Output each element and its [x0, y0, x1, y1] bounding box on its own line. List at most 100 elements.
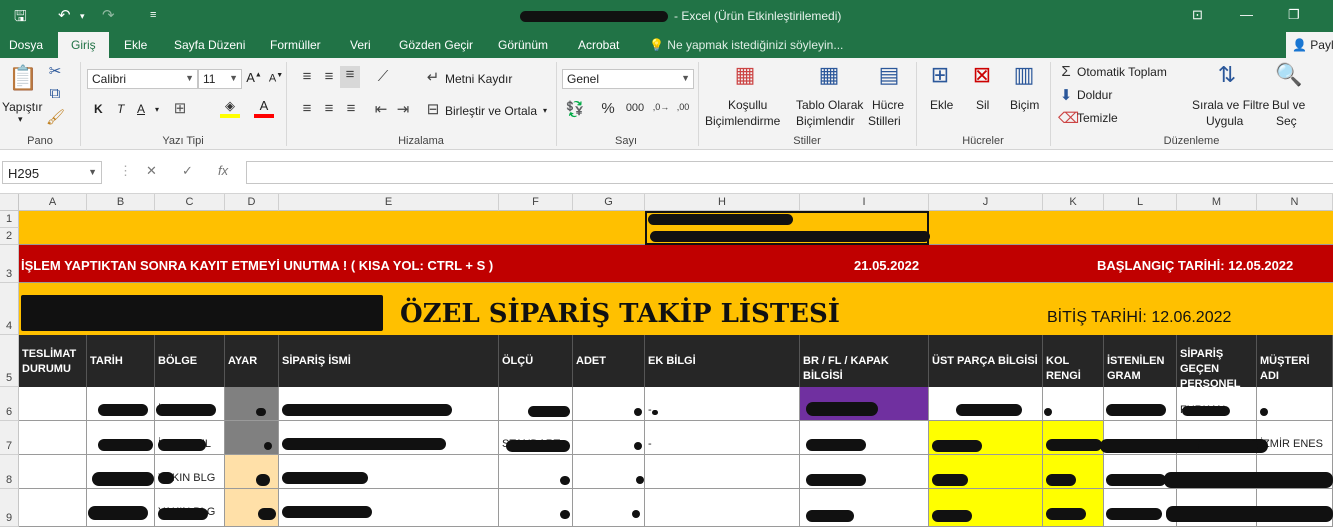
insert-cells-button[interactable]: Ekle — [930, 98, 953, 112]
number-format-select[interactable]: Genel ▼ — [562, 69, 694, 89]
table-cell[interactable] — [225, 387, 279, 421]
decrease-indent-icon[interactable]: ⇤ — [372, 100, 390, 118]
column-header[interactable]: G — [573, 194, 645, 211]
sort-filter-button[interactable]: Sırala ve Filtre — [1192, 98, 1269, 112]
fill-color-icon[interactable]: ◈ — [220, 98, 240, 118]
tab-insert[interactable]: Ekle — [124, 38, 147, 52]
delete-cells-button[interactable]: Sil — [976, 98, 989, 112]
table-cell[interactable] — [225, 421, 279, 455]
column-header[interactable]: N — [1257, 194, 1333, 211]
delivery-status[interactable]: TESLİM EDİLMEDİ — [19, 421, 87, 455]
table-cell[interactable] — [573, 387, 645, 421]
orientation-icon[interactable]: ⟋ — [372, 68, 394, 85]
fill-button[interactable]: Doldur — [1077, 88, 1112, 102]
table-cell[interactable] — [225, 455, 279, 489]
grow-font-icon[interactable]: A▲ — [246, 70, 262, 85]
row-header[interactable]: 3 — [0, 245, 19, 283]
column-header[interactable]: H — [645, 194, 800, 211]
size-cell[interactable] — [499, 489, 573, 527]
confirm-icon[interactable]: ✓ — [182, 163, 193, 179]
increase-indent-icon[interactable]: ⇥ — [394, 100, 412, 118]
select-all-corner[interactable] — [0, 194, 19, 211]
restore-icon[interactable]: ❐ — [1288, 7, 1300, 23]
format-painter-icon[interactable]: 🖌 — [46, 108, 65, 126]
table-cell[interactable] — [573, 421, 645, 455]
column-header[interactable]: K — [1043, 194, 1104, 211]
extra-info-cell[interactable] — [645, 455, 800, 489]
clear-button[interactable]: Temizle — [1077, 111, 1118, 125]
underline-button[interactable]: A — [137, 102, 145, 116]
column-header[interactable]: C — [155, 194, 225, 211]
customer-cell[interactable] — [1257, 387, 1333, 421]
column-header[interactable]: L — [1104, 194, 1177, 211]
row-header[interactable]: 4 — [0, 283, 19, 335]
delivery-status[interactable]: TESLİM EDİLMEDİ — [19, 455, 87, 489]
underline-dropdown-icon[interactable]: ▾ — [155, 105, 159, 114]
merge-center-button[interactable]: Birleştir ve Ortala — [445, 104, 537, 118]
increase-decimal-icon[interactable]: ,0→ — [652, 102, 670, 112]
extra-info-cell[interactable]: - — [645, 387, 800, 421]
tab-home[interactable]: Giriş — [58, 32, 109, 58]
paste-button[interactable]: Yapıştır — [2, 100, 42, 114]
tab-file[interactable]: Dosya — [9, 38, 43, 52]
cut-icon[interactable]: ✂ — [46, 62, 64, 80]
name-box[interactable]: H295 ▼ — [2, 161, 102, 184]
column-header[interactable]: A — [19, 194, 87, 211]
column-header[interactable]: M — [1177, 194, 1257, 211]
row-header[interactable]: 5 — [0, 335, 19, 387]
row-header[interactable]: 1 — [0, 211, 19, 228]
share-button[interactable]: 👤 Payl — [1286, 32, 1333, 58]
delivery-status[interactable]: TESLİM EDİLMEDİ — [19, 489, 87, 527]
row-header[interactable]: 9 — [0, 489, 19, 527]
tab-view[interactable]: Görünüm — [498, 38, 548, 52]
customize-toolbar-icon[interactable]: ≡ — [150, 9, 156, 21]
delivery-status[interactable]: TESLİM EDİLMEDİ — [19, 387, 87, 421]
tab-acrobat[interactable]: Acrobat — [578, 38, 619, 52]
align-right-icon[interactable]: ≡ — [342, 100, 360, 117]
italic-button[interactable]: T — [117, 102, 124, 116]
accounting-format-icon[interactable]: 💱 — [564, 100, 586, 118]
align-center-icon[interactable]: ≡ — [320, 100, 338, 117]
font-color-icon[interactable]: A — [254, 98, 274, 118]
tab-data[interactable]: Veri — [350, 38, 371, 52]
customer-cell[interactable]: İZMİR ENES — [1257, 421, 1333, 455]
redo-icon[interactable]: ↷ — [102, 6, 115, 24]
autosum-button[interactable]: Otomatik Toplam — [1077, 65, 1167, 79]
undo-icon[interactable]: ↶ — [58, 6, 71, 24]
save-icon[interactable]: 🖫 — [14, 6, 27, 31]
format-cells-button[interactable]: Biçim — [1010, 98, 1039, 112]
row-header[interactable]: 7 — [0, 421, 19, 455]
column-header[interactable]: D — [225, 194, 279, 211]
font-name-select[interactable]: Calibri ▼ — [87, 69, 198, 89]
table-cell[interactable] — [573, 489, 645, 527]
column-header[interactable]: E — [279, 194, 499, 211]
column-header[interactable]: B — [87, 194, 155, 211]
align-bottom-icon[interactable]: ≡ — [340, 66, 360, 88]
cell-styles-button[interactable]: Hücre — [872, 98, 904, 112]
comma-style-icon[interactable]: 000 — [624, 102, 646, 114]
row-header[interactable]: 8 — [0, 455, 19, 489]
percent-icon[interactable]: % — [600, 100, 616, 117]
extra-info-cell[interactable] — [645, 489, 800, 527]
minimize-icon[interactable]: — — [1240, 7, 1253, 22]
column-header[interactable]: F — [499, 194, 573, 211]
tab-review[interactable]: Gözden Geçir — [399, 38, 473, 52]
font-size-select[interactable]: 11 ▼ — [198, 69, 242, 89]
table-cell[interactable] — [1043, 387, 1104, 421]
formula-input[interactable] — [246, 161, 1333, 184]
align-middle-icon[interactable]: ≡ — [320, 68, 338, 85]
tab-page-layout[interactable]: Sayfa Düzeni — [174, 38, 245, 52]
align-top-icon[interactable]: ≡ — [298, 68, 316, 85]
decrease-decimal-icon[interactable]: ,00 — [674, 102, 692, 112]
column-header[interactable]: J — [929, 194, 1043, 211]
copy-icon[interactable]: ⧉ — [46, 85, 64, 102]
conditional-formatting-button[interactable]: Koşullu — [728, 98, 767, 112]
shrink-font-icon[interactable]: A▼ — [268, 72, 284, 85]
paste-icon[interactable]: 📋 — [8, 64, 38, 93]
borders-icon[interactable]: ⊞ — [170, 99, 190, 117]
table-cell[interactable] — [573, 455, 645, 489]
align-left-icon[interactable]: ≡ — [298, 100, 316, 117]
row-header[interactable]: 2 — [0, 228, 19, 245]
undo-dropdown-icon[interactable]: ▾ — [80, 11, 85, 22]
merge-dropdown-icon[interactable]: ▾ — [543, 106, 547, 115]
